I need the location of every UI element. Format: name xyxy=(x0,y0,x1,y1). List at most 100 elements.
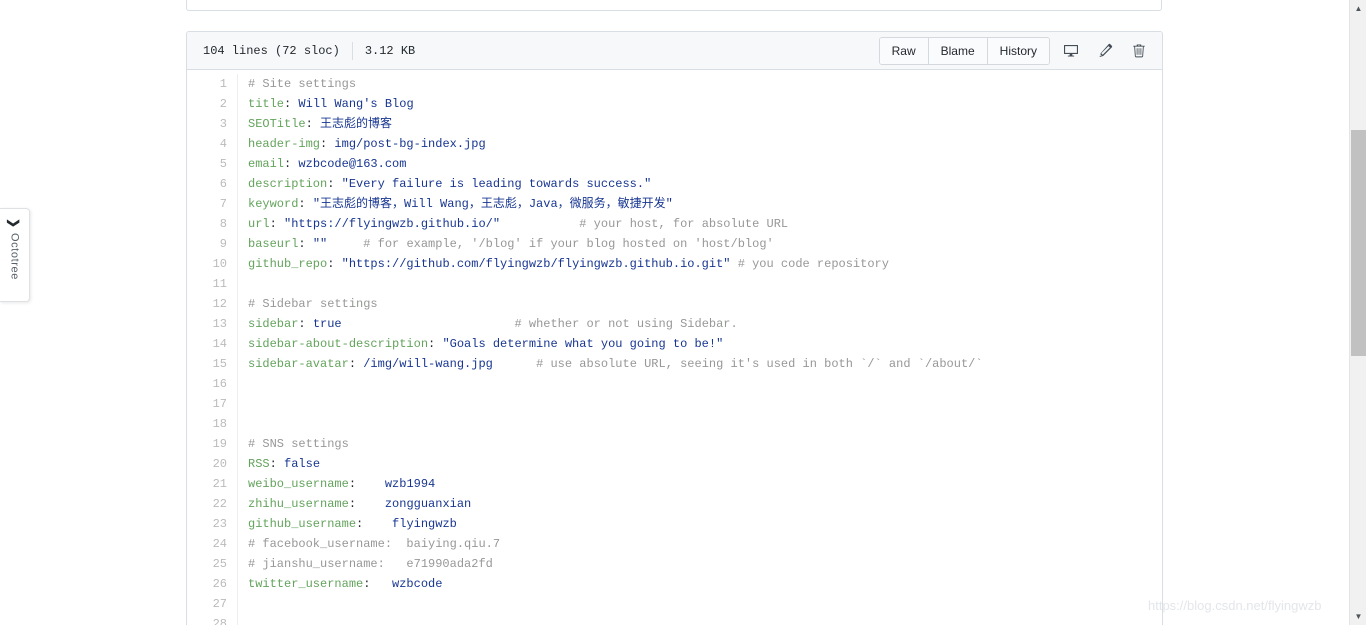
code-token-comment: # facebook_username: baiying.qiu.7 xyxy=(248,537,501,551)
code-token-key: sidebar-about-description xyxy=(248,337,429,351)
line-number: 19 xyxy=(212,437,227,451)
code-line: title: Will Wang's Blog xyxy=(248,94,1162,114)
code-token-plain: : xyxy=(284,157,299,171)
code-line: # facebook_username: baiying.qiu.7 xyxy=(248,534,1162,554)
file-header-actions: Raw Blame History xyxy=(878,36,1152,65)
code-token-key: url xyxy=(248,217,270,231)
code-token-value: img/post-bg-index.jpg xyxy=(334,137,486,151)
line-number-gutter: 1 2 3 4 5 6 7 8 9 10 11 12 13 14 15 16 17 18 19 20 21 22 23 24 2… xyxy=(187,74,238,625)
code-token-comment: # SNS settings xyxy=(248,437,349,451)
code-line: sidebar: true # whether or not using Sid… xyxy=(248,314,1162,334)
code-token-plain: : xyxy=(284,97,299,111)
code-token-value: "Goals determine what you going to be!" xyxy=(442,337,724,351)
line-number: 23 xyxy=(212,517,227,531)
trash-icon[interactable] xyxy=(1126,38,1152,64)
desktop-icon[interactable] xyxy=(1058,38,1084,64)
code-line: SEOTitle: 王志彪的博客 xyxy=(248,114,1162,134)
code-token-key: title xyxy=(248,97,285,111)
above-content-box xyxy=(186,0,1162,11)
file-header-toolbar: 104 lines (72 sloc) 3.12 KB Raw Blame Hi… xyxy=(187,32,1162,70)
code-line: github_repo: "https://github.com/flyingw… xyxy=(248,254,1162,274)
blame-button[interactable]: Blame xyxy=(928,37,988,64)
code-line: # Site settings xyxy=(248,74,1162,94)
line-number: 21 xyxy=(212,477,227,491)
code-token-value: wzbcode@163.com xyxy=(298,157,407,171)
code-token-value: /img/will-wang.jpg xyxy=(363,357,493,371)
code-content[interactable]: # Site settings title: Will Wang's Blog SE… xyxy=(238,74,1162,625)
page-scrollbar[interactable]: ▲ ▼ xyxy=(1349,0,1366,625)
code-token-plain: : xyxy=(298,197,313,211)
code-token-comment: # Sidebar settings xyxy=(248,297,378,311)
code-line: sidebar-about-description: "Goals determ… xyxy=(248,334,1162,354)
pencil-icon[interactable] xyxy=(1092,38,1118,64)
code-token-value: zongguanxian xyxy=(384,497,472,511)
code-token-value: wzb1994 xyxy=(384,477,436,491)
octotree-label: Octotree xyxy=(8,233,21,280)
code-area: 1 2 3 4 5 6 7 8 9 10 11 12 13 14 15 16 17 18 19 20 21 22 23 24 2… xyxy=(187,70,1162,625)
csdn-watermark: https://blog.csdn.net/flyingwzb xyxy=(1148,598,1322,613)
code-token-key: header-img xyxy=(248,137,321,151)
code-token-plain: : xyxy=(348,497,385,511)
code-line: twitter_username: wzbcode xyxy=(248,574,1162,594)
code-line: weibo_username: wzb1994 xyxy=(248,474,1162,494)
code-token-key: zhihu_username xyxy=(248,497,349,511)
line-number: 2 xyxy=(219,97,227,111)
code-token-value: Will Wang's Blog xyxy=(298,97,414,111)
line-number: 10 xyxy=(212,257,227,271)
code-line: # SNS settings xyxy=(248,434,1162,454)
file-viewer-box: 104 lines (72 sloc) 3.12 KB Raw Blame Hi… xyxy=(186,31,1163,625)
code-token-plain: : xyxy=(348,477,385,491)
code-token-key: RSS xyxy=(248,457,270,471)
code-token-value: "王志彪的博客，Will Wang，王志彪，Java，微服务，敏捷开发" xyxy=(312,197,673,211)
code-token-plain: : xyxy=(428,337,443,351)
code-token-comment: # your host, for absolute URL xyxy=(579,217,789,231)
code-token-comment: # use absolute URL, seeing it's used in … xyxy=(536,357,983,371)
scrollbar-thumb[interactable] xyxy=(1351,130,1366,356)
line-number: 20 xyxy=(212,457,227,471)
code-line: email: wzbcode@163.com xyxy=(248,154,1162,174)
code-line: # jianshu_username: e71990ada2fd xyxy=(248,554,1162,574)
code-token-plain: : xyxy=(363,577,393,591)
code-line: zhihu_username: zongguanxian xyxy=(248,494,1162,514)
code-token-key: email xyxy=(248,157,285,171)
scrollbar-up-arrow[interactable]: ▲ xyxy=(1350,0,1366,17)
code-line: url: "https://flyingwzb.github.io/" # yo… xyxy=(248,214,1162,234)
code-token-plain: : xyxy=(320,137,335,151)
meta-divider xyxy=(351,41,353,60)
line-number: 5 xyxy=(219,157,227,171)
raw-button[interactable]: Raw xyxy=(879,37,929,64)
code-token-plain: : xyxy=(269,457,285,471)
code-token-value: "https://flyingwzb.github.io/" xyxy=(284,217,501,231)
code-line: sidebar-avatar: /img/will-wang.jpg # use… xyxy=(248,354,1162,374)
line-number: 4 xyxy=(219,137,227,151)
line-number: 9 xyxy=(219,237,227,251)
line-number: 16 xyxy=(212,377,227,391)
code-line: baseurl: "" # for example, '/blog' if yo… xyxy=(248,234,1162,254)
code-token-comment: # for example, '/blog' if your blog host… xyxy=(363,237,774,251)
file-meta: 104 lines (72 sloc) 3.12 KB xyxy=(203,41,415,60)
code-token-key: keyword xyxy=(248,197,299,211)
scrollbar-down-arrow[interactable]: ▼ xyxy=(1350,608,1366,625)
octotree-sidebar-tab[interactable]: ❯ Octotree xyxy=(0,208,30,302)
line-number: 26 xyxy=(212,577,227,591)
line-number: 18 xyxy=(212,417,227,431)
line-number: 13 xyxy=(212,317,227,331)
code-token-value: "" xyxy=(312,237,328,251)
code-token-value: wzbcode xyxy=(392,577,443,591)
code-token-key: github_username xyxy=(248,517,357,531)
code-line: github_username: flyingwzb xyxy=(248,514,1162,534)
code-line: keyword: "王志彪的博客，Will Wang，王志彪，Java，微服务，… xyxy=(248,194,1162,214)
line-number: 28 xyxy=(212,617,227,625)
code-token-comment: # jianshu_username: e71990ada2fd xyxy=(248,557,493,571)
line-number: 27 xyxy=(212,597,227,611)
code-token-key: weibo_username xyxy=(248,477,349,491)
code-token-comment: # whether or not using Sidebar. xyxy=(514,317,738,331)
history-button[interactable]: History xyxy=(987,37,1049,64)
code-token-value: false xyxy=(284,457,321,471)
code-line: description: "Every failure is leading t… xyxy=(248,174,1162,194)
line-number: 12 xyxy=(212,297,227,311)
